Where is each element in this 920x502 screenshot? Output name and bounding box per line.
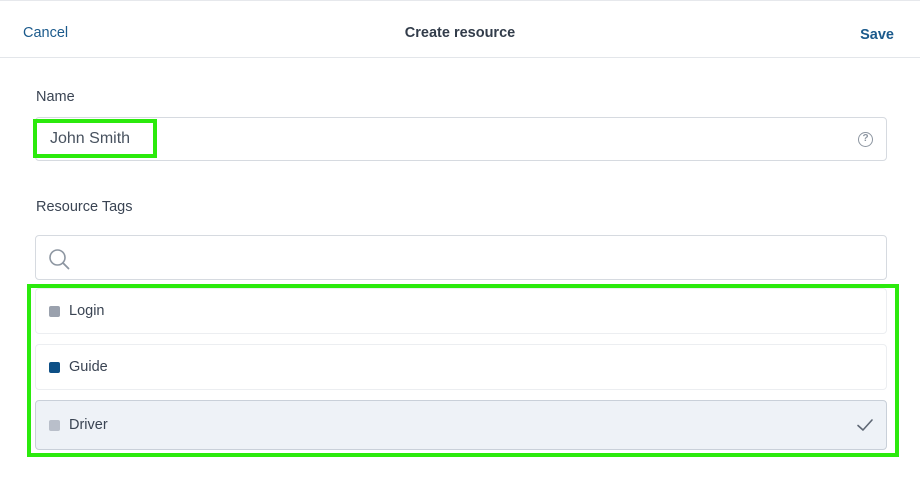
tag-color-swatch bbox=[49, 420, 60, 431]
create-resource-dialog: Cancel Create resource Save Name John Sm… bbox=[0, 0, 920, 502]
checkmark-icon bbox=[857, 419, 873, 431]
name-field-value[interactable]: John Smith bbox=[50, 130, 130, 148]
name-label: Name bbox=[36, 89, 75, 105]
dialog-title: Create resource bbox=[404, 25, 516, 41]
search-icon bbox=[49, 249, 70, 270]
tag-search-input[interactable] bbox=[80, 244, 870, 272]
tag-label: Driver bbox=[69, 417, 108, 433]
tag-item-guide[interactable]: Guide bbox=[35, 344, 887, 390]
tag-color-swatch bbox=[49, 306, 60, 317]
dialog-header: Cancel Create resource Save bbox=[0, 1, 920, 58]
resource-tags-label: Resource Tags bbox=[36, 199, 133, 215]
save-button[interactable]: Save bbox=[860, 27, 894, 43]
tag-label: Guide bbox=[69, 359, 108, 375]
tag-item-login[interactable]: Login bbox=[35, 288, 887, 334]
tag-item-driver[interactable]: Driver bbox=[35, 400, 887, 450]
tag-label: Login bbox=[69, 303, 105, 319]
name-field[interactable]: John Smith ? bbox=[35, 117, 887, 161]
help-icon[interactable]: ? bbox=[858, 132, 873, 147]
tag-search-field[interactable] bbox=[35, 235, 887, 280]
tag-color-swatch bbox=[49, 362, 60, 373]
